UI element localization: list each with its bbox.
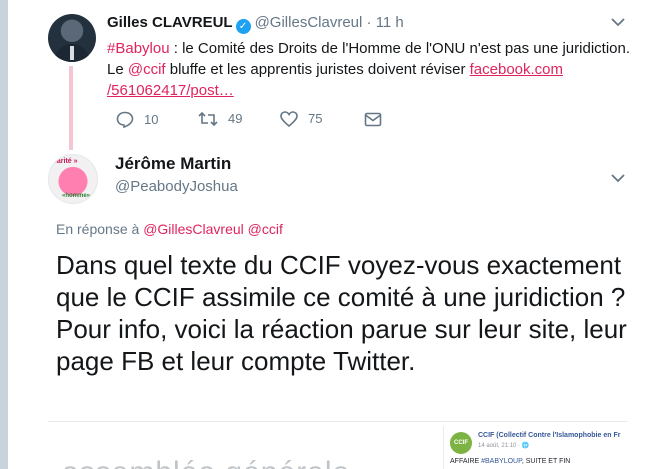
reply-context: En réponse à @GillesClavreul @ccif [56,221,283,237]
image-faded-text: assemblée générale [62,456,350,469]
background-edge [0,0,8,469]
reply-mentions[interactable]: @GillesClavreul @ccif [143,221,283,237]
tweet-timestamp[interactable]: 11 h [376,14,404,31]
direct-message-button[interactable] [364,111,392,127]
author-name[interactable]: Jérôme Martin [115,154,231,174]
author-name[interactable]: Gilles CLAVREUL [107,14,233,31]
author-handle[interactable]: @PeabodyJoshua [115,178,238,195]
mention-link[interactable]: @ccif [128,61,166,78]
tweet1-header: Gilles CLAVREUL ✓ @GillesClavreul · 11 h [107,14,404,34]
reply-icon [116,111,134,129]
reply-button[interactable]: 10 [116,111,159,129]
verified-icon: ✓ [235,19,251,34]
attached-image[interactable]: assemblée générale CCIF CCIF (Collectif … [48,421,628,469]
chevron-down-icon[interactable] [611,14,625,30]
retweet-count: 49 [228,111,243,126]
fb-post-hashtag: #BABYLOUP [481,458,522,465]
facebook-post-preview: CCIF CCIF (Collectif Contre l'Islamophob… [443,426,628,469]
tweet2-text: Dans quel texte du CCIF voyez-vous exact… [56,250,627,376]
reply-label: En réponse à [56,221,140,237]
like-count: 75 [308,111,323,126]
reply-count: 10 [144,112,159,127]
tweet1-text: #Babylou : le Comité des Droits de l'Hom… [107,38,637,101]
tweet1-text-part2: bluffe et les apprentis juristes doivent… [165,61,470,78]
thread-connector [69,66,73,150]
retweet-icon [198,111,218,127]
avatar-bottom-text: «homme» [62,193,91,199]
dm-icon [364,112,382,127]
like-icon [280,111,298,128]
like-button[interactable]: 75 [280,111,323,128]
fb-post-text: AFFAIRE #BABYLOUP, SUITE ET FIN [450,458,570,465]
author-handle[interactable]: @GillesClavreul [255,14,363,31]
chevron-down-icon[interactable] [611,170,625,186]
fb-post-date: 14 août, 21:10 · 🌐 [478,443,530,449]
avatar-gilles-clavreul[interactable] [48,14,96,62]
fb-post-prefix: AFFAIRE [450,458,482,465]
avatar-jerome-martin[interactable]: «arité » «homme» [48,154,98,204]
separator: · [366,14,372,31]
tweet-thread-card: Gilles CLAVREUL ✓ @GillesClavreul · 11 h #… [8,0,661,469]
fb-post-suffix: , SUITE ET FIN [521,458,571,465]
ccif-logo: CCIF [450,432,472,454]
hashtag-link[interactable]: #Babylou [107,40,170,57]
avatar-top-text: «arité » [53,158,78,165]
fb-page-name: CCIF (Collectif Contre l'Islamophobie en… [478,432,621,439]
retweet-button[interactable]: 49 [198,111,242,127]
